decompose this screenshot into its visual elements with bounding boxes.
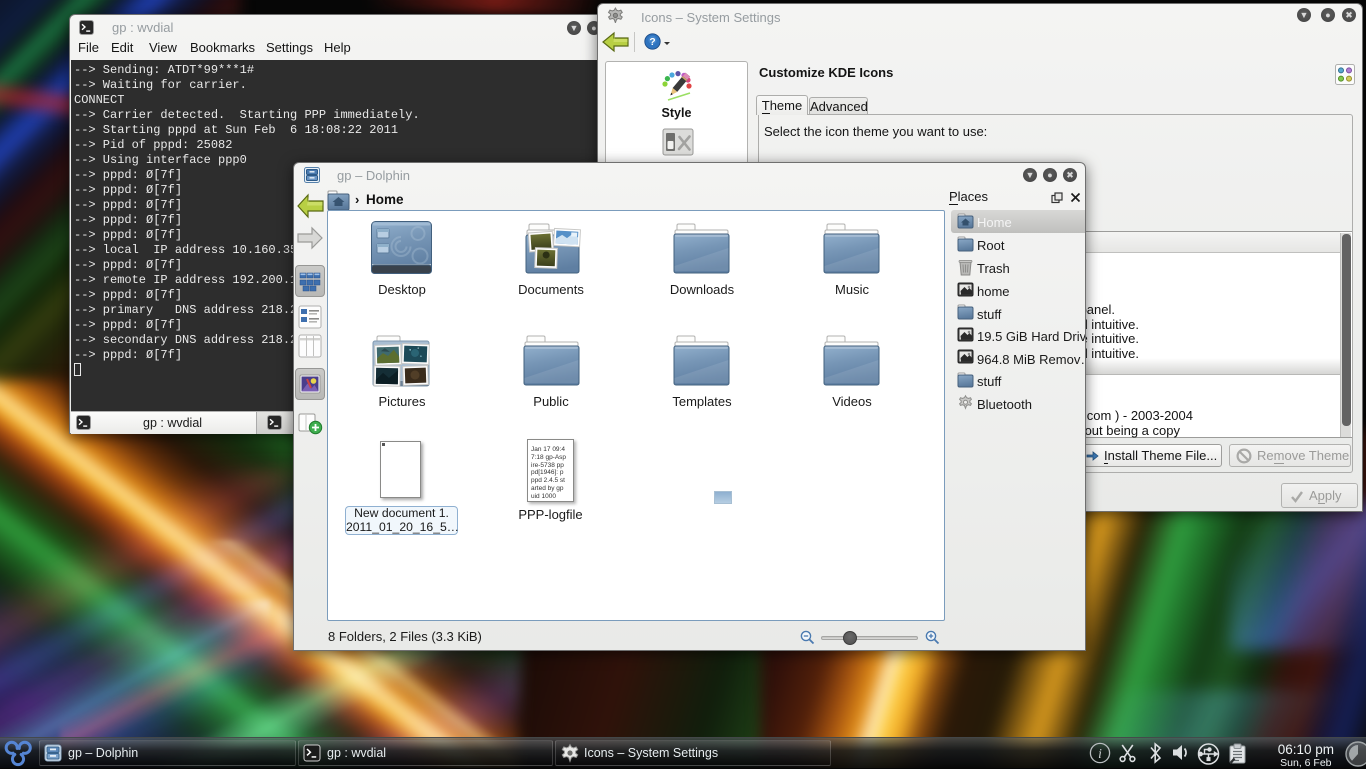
svg-text:i: i — [1098, 746, 1102, 761]
svg-text:?: ? — [649, 37, 655, 48]
